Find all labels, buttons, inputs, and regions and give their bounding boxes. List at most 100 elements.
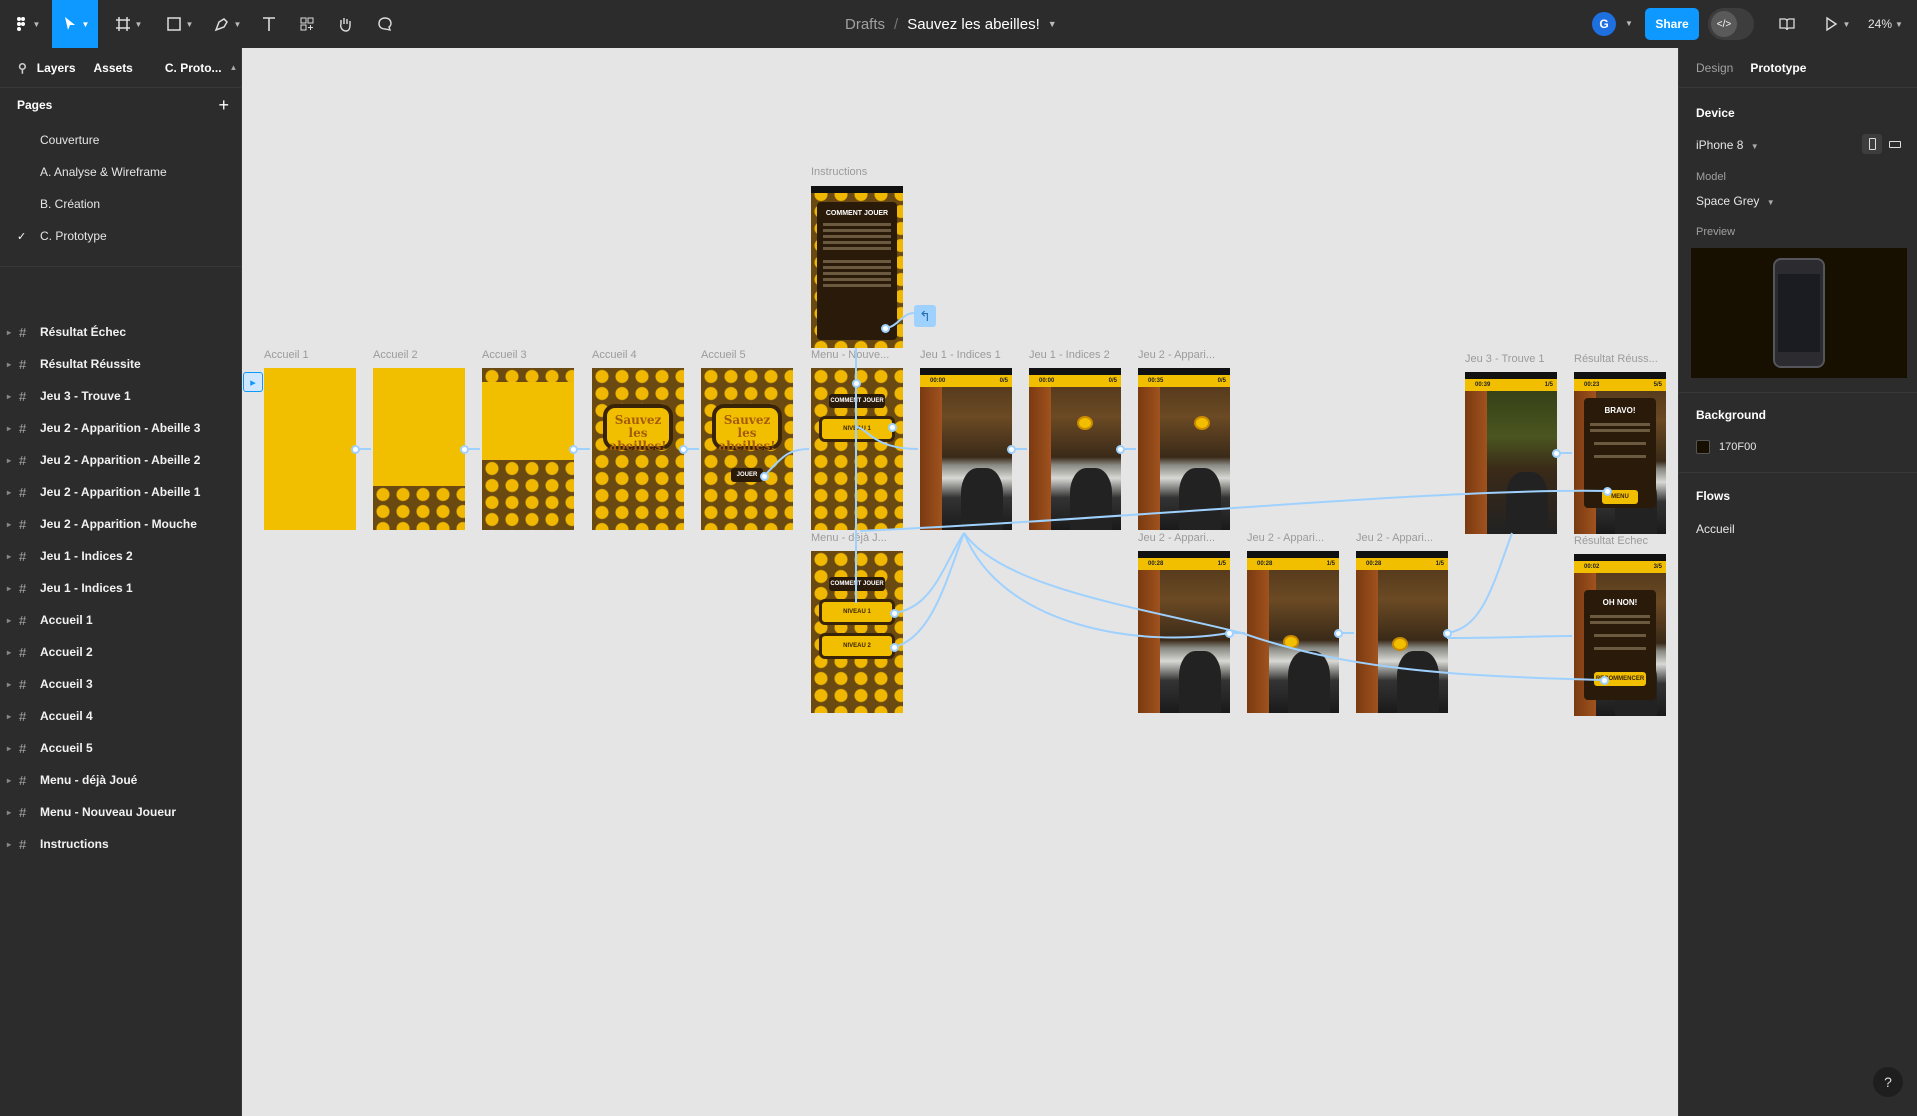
library-button[interactable] bbox=[1772, 0, 1802, 48]
play-button[interactable]: JOUER bbox=[731, 468, 763, 482]
layer-item[interactable]: ▸ # Jeu 2 - Apparition - Abeille 1 bbox=[0, 476, 241, 508]
connection-node[interactable] bbox=[351, 445, 360, 454]
layer-item[interactable]: ▸ # Accueil 1 bbox=[0, 604, 241, 636]
frame-resultat-reussite[interactable]: 00:23 5/5 BRAVO! MENU bbox=[1574, 372, 1666, 534]
expand-arrow-icon[interactable]: ▸ bbox=[7, 776, 11, 785]
add-page-icon[interactable]: + bbox=[218, 96, 229, 114]
layer-item[interactable]: ▸ # Résultat Réussite bbox=[0, 348, 241, 380]
layer-item[interactable]: ▸ # Résultat Échec bbox=[0, 316, 241, 348]
layer-item[interactable]: ▸ # Accueil 5 bbox=[0, 732, 241, 764]
level-2-button[interactable]: NIVEAU 2 bbox=[819, 633, 895, 659]
frame-jeu2-apparition-abeille-3[interactable]: 00:28 1/5 bbox=[1356, 551, 1448, 713]
layer-item[interactable]: ▸ # Jeu 1 - Indices 1 bbox=[0, 572, 241, 604]
tab-layers[interactable]: Layers bbox=[37, 61, 76, 75]
tab-page-switcher[interactable]: C. Proto... bbox=[165, 61, 222, 75]
frame-jeu1-indices2[interactable]: 00:00 0/5 bbox=[1029, 368, 1121, 530]
frame-label-instructions[interactable]: Instructions bbox=[811, 166, 867, 178]
frame-jeu2-apparition-mouche[interactable]: 00:35 0/5 bbox=[1138, 368, 1230, 530]
frame-label-jeu2-appari-b2[interactable]: Jeu 2 - Appari... bbox=[1247, 532, 1324, 544]
frame-label-resultat-reussite[interactable]: Résultat Réuss... bbox=[1574, 353, 1658, 365]
frame-accueil-5[interactable]: Sauvez les abeilles! JOUER bbox=[701, 368, 793, 530]
connection-node[interactable] bbox=[881, 324, 890, 333]
frame-accueil-4[interactable]: Sauvez les abeilles! bbox=[592, 368, 684, 530]
page-item-analyse-wireframe[interactable]: A. Analyse & Wireframe bbox=[0, 156, 241, 188]
frame-label-jeu1-indices1[interactable]: Jeu 1 - Indices 1 bbox=[920, 349, 1001, 361]
frame-label-jeu3-trouve1[interactable]: Jeu 3 - Trouve 1 bbox=[1465, 353, 1545, 365]
main-menu-button[interactable]: ▼ bbox=[8, 0, 44, 48]
share-button[interactable]: Share bbox=[1645, 8, 1699, 40]
connection-node[interactable] bbox=[1552, 449, 1561, 458]
layer-item[interactable]: ▸ # Menu - déjà Joué bbox=[0, 764, 241, 796]
comment-tool-button[interactable] bbox=[370, 0, 400, 48]
connection-node[interactable] bbox=[852, 379, 861, 388]
frame-accueil-3[interactable] bbox=[482, 368, 574, 530]
connection-node[interactable] bbox=[679, 445, 688, 454]
expand-arrow-icon[interactable]: ▸ bbox=[7, 840, 11, 849]
expand-arrow-icon[interactable]: ▸ bbox=[7, 808, 11, 817]
help-button[interactable]: ? bbox=[1873, 1067, 1903, 1097]
page-item-prototype[interactable]: ✓ C. Prototype bbox=[0, 220, 241, 252]
expand-arrow-icon[interactable]: ▸ bbox=[7, 392, 11, 401]
bee-icon[interactable] bbox=[1392, 637, 1408, 651]
expand-arrow-icon[interactable]: ▸ bbox=[7, 680, 11, 689]
tab-prototype[interactable]: Prototype bbox=[1750, 61, 1806, 75]
expand-arrow-icon[interactable]: ▸ bbox=[7, 328, 11, 337]
connection-node[interactable] bbox=[1334, 629, 1343, 638]
level-1-button[interactable]: NIVEAU 1 bbox=[819, 416, 895, 442]
device-select[interactable]: iPhone 8 ▼ bbox=[1696, 138, 1759, 152]
frame-accueil-2[interactable] bbox=[373, 368, 465, 530]
flow-item-accueil[interactable]: Accueil bbox=[1696, 522, 1735, 536]
connection-node[interactable] bbox=[569, 445, 578, 454]
expand-arrow-icon[interactable]: ▸ bbox=[7, 616, 11, 625]
expand-arrow-icon[interactable]: ▸ bbox=[7, 456, 11, 465]
connection-node[interactable] bbox=[760, 472, 769, 481]
layer-item[interactable]: ▸ # Menu - Nouveau Joueur bbox=[0, 796, 241, 828]
page-item-couverture[interactable]: Couverture bbox=[0, 124, 241, 156]
expand-arrow-icon[interactable]: ▸ bbox=[7, 488, 11, 497]
background-color-swatch[interactable] bbox=[1696, 440, 1710, 454]
frame-instructions[interactable]: COMMENT JOUER bbox=[811, 186, 903, 348]
landscape-orientation-button[interactable] bbox=[1885, 134, 1905, 154]
model-select[interactable]: Space Grey ▼ bbox=[1696, 194, 1775, 208]
layer-item[interactable]: ▸ # Jeu 1 - Indices 2 bbox=[0, 540, 241, 572]
frame-label-jeu2-appari-b3[interactable]: Jeu 2 - Appari... bbox=[1356, 532, 1433, 544]
move-tool-button[interactable]: ▼ bbox=[52, 0, 98, 48]
connection-node[interactable] bbox=[1443, 629, 1452, 638]
chevron-down-icon[interactable]: ▼ bbox=[1048, 19, 1057, 29]
expand-arrow-icon[interactable]: ▸ bbox=[7, 360, 11, 369]
shape-tool-button[interactable]: ▼ bbox=[160, 0, 198, 48]
frame-label-jeu2-appari-b1[interactable]: Jeu 2 - Appari... bbox=[1138, 532, 1215, 544]
canvas[interactable]: Instructions COMMENT JOUER ↰ ▸ Accueil 1… bbox=[242, 48, 1678, 1113]
expand-arrow-icon[interactable]: ▸ bbox=[7, 744, 11, 753]
back-action-icon[interactable]: ↰ bbox=[914, 305, 936, 327]
expand-arrow-icon[interactable]: ▸ bbox=[7, 712, 11, 721]
expand-arrow-icon[interactable]: ▸ bbox=[7, 648, 11, 657]
connection-node[interactable] bbox=[1603, 487, 1612, 496]
zoom-menu[interactable]: 24% ▼ bbox=[1868, 0, 1903, 48]
expand-arrow-icon[interactable]: ▸ bbox=[7, 520, 11, 529]
layer-item[interactable]: ▸ # Instructions bbox=[0, 828, 241, 860]
layer-item[interactable]: ▸ # Accueil 4 bbox=[0, 700, 241, 732]
pen-tool-button[interactable]: ▼ bbox=[208, 0, 246, 48]
frame-label-accueil-3[interactable]: Accueil 3 bbox=[482, 349, 527, 361]
frame-label-accueil-5[interactable]: Accueil 5 bbox=[701, 349, 746, 361]
hand-tool-button[interactable] bbox=[330, 0, 360, 48]
present-button[interactable]: ▼ bbox=[1818, 0, 1854, 48]
portrait-orientation-button[interactable] bbox=[1862, 134, 1882, 154]
connection-node[interactable] bbox=[888, 423, 897, 432]
layer-item[interactable]: ▸ # Accueil 2 bbox=[0, 636, 241, 668]
tab-design[interactable]: Design bbox=[1696, 61, 1733, 75]
connection-node[interactable] bbox=[460, 445, 469, 454]
connection-node[interactable] bbox=[1007, 445, 1016, 454]
how-to-play-button[interactable]: COMMENT JOUER bbox=[829, 394, 885, 408]
layer-item[interactable]: ▸ # Accueil 3 bbox=[0, 668, 241, 700]
layer-item[interactable]: ▸ # Jeu 3 - Trouve 1 bbox=[0, 380, 241, 412]
expand-arrow-icon[interactable]: ▸ bbox=[7, 424, 11, 433]
frame-jeu2-apparition-abeille-2[interactable]: 00:28 1/5 bbox=[1247, 551, 1339, 713]
chevron-down-icon[interactable]: ▼ bbox=[1625, 19, 1633, 28]
frame-label-menu-nouveau[interactable]: Menu - Nouve... bbox=[811, 349, 889, 361]
frame-accueil-1[interactable] bbox=[264, 368, 356, 530]
chevron-up-icon[interactable]: ▲ bbox=[230, 63, 238, 72]
fly-icon[interactable] bbox=[1194, 416, 1210, 430]
frame-menu-deja-joue[interactable]: COMMENT JOUER NIVEAU 1 NIVEAU 2 bbox=[811, 551, 903, 713]
